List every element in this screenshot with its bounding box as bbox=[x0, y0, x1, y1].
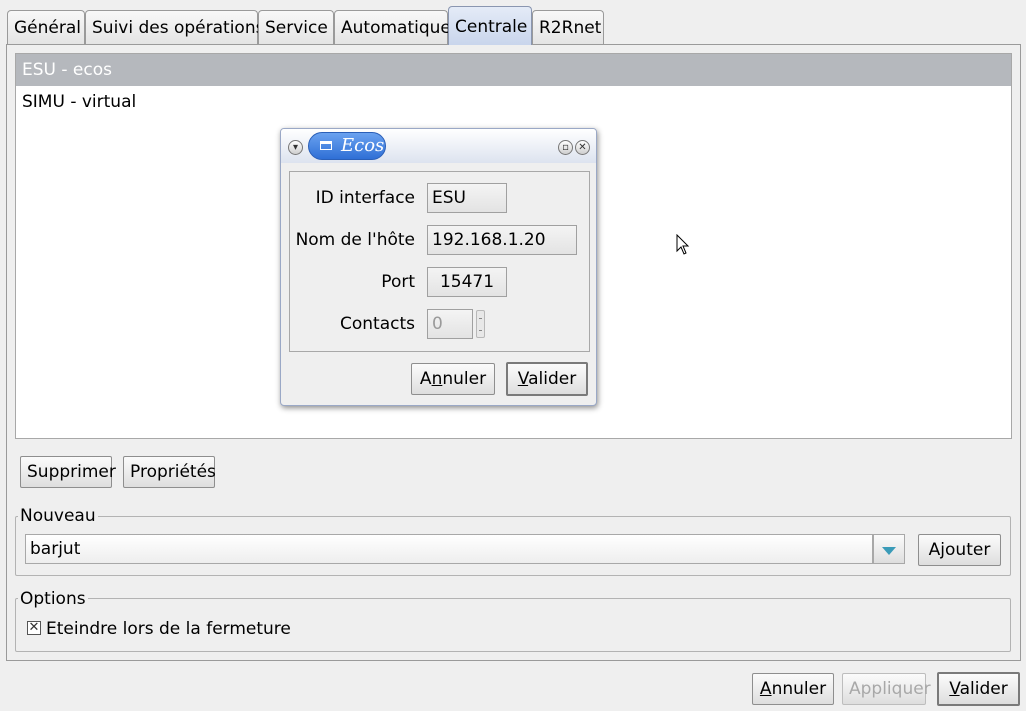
ajouter-button[interactable]: Ajouter bbox=[918, 534, 1001, 566]
contacts-spinbox[interactable]: 0 bbox=[427, 309, 473, 339]
tab-general[interactable]: Général bbox=[7, 10, 85, 44]
options-group-title: Options bbox=[18, 589, 88, 609]
tab-automatique[interactable]: Automatique bbox=[334, 10, 451, 44]
chevron-down-icon[interactable]: ▾ bbox=[288, 140, 303, 155]
tab-service[interactable]: Service bbox=[258, 10, 334, 44]
contacts-spin-arrows[interactable] bbox=[476, 310, 485, 338]
tab-r2rnet[interactable]: R2Rnet bbox=[532, 10, 604, 44]
appliquer-button[interactable]: Appliquer bbox=[842, 673, 931, 705]
annuler-button[interactable]: Annuler bbox=[752, 673, 834, 705]
hostname-input[interactable]: 192.168.1.20 bbox=[427, 225, 577, 255]
id-interface-label: ID interface bbox=[315, 188, 415, 208]
window-icon bbox=[320, 141, 332, 150]
shutdown-checkbox-label: Eteindre lors de la fermeture bbox=[46, 619, 291, 639]
id-interface-input[interactable]: ESU bbox=[427, 183, 507, 213]
hostname-label: Nom de l'hôte bbox=[295, 230, 415, 250]
dialog-titlebar[interactable]: ▾ Ecos ▫ ✕ bbox=[281, 129, 596, 163]
nouveau-group-title: Nouveau bbox=[18, 506, 98, 526]
tab-suivi-operations[interactable]: Suivi des opérations bbox=[85, 10, 264, 44]
list-item-esu-ecos[interactable]: ESU - ecos bbox=[16, 54, 1011, 86]
maximize-icon[interactable]: ▫ bbox=[558, 140, 573, 155]
dialog-title: Ecos bbox=[308, 132, 386, 160]
chevron-down-icon[interactable] bbox=[873, 534, 905, 564]
tab-centrale[interactable]: Centrale bbox=[448, 6, 532, 45]
supprimer-button[interactable]: Supprimer bbox=[20, 456, 116, 488]
port-label: Port bbox=[381, 272, 415, 292]
dialog-annuler-button[interactable]: Annuler bbox=[411, 363, 495, 395]
mouse-pointer-icon bbox=[676, 234, 690, 255]
ecos-dialog: ▾ Ecos ▫ ✕ ID interface ESU Nom de l'hôt… bbox=[280, 128, 597, 406]
dialog-valider-button[interactable]: Valider bbox=[506, 362, 588, 396]
port-input[interactable]: 15471 bbox=[427, 267, 507, 297]
shutdown-checkbox[interactable]: ✕ bbox=[27, 621, 41, 635]
proprietes-button[interactable]: Propriétés bbox=[123, 456, 216, 488]
contacts-label: Contacts bbox=[340, 314, 415, 334]
nouveau-combo-input[interactable]: barjut bbox=[25, 534, 873, 564]
close-icon[interactable]: ✕ bbox=[575, 140, 590, 155]
list-item-simu-virtual[interactable]: SIMU - virtual bbox=[16, 86, 1011, 118]
valider-button[interactable]: Valider bbox=[937, 672, 1020, 706]
